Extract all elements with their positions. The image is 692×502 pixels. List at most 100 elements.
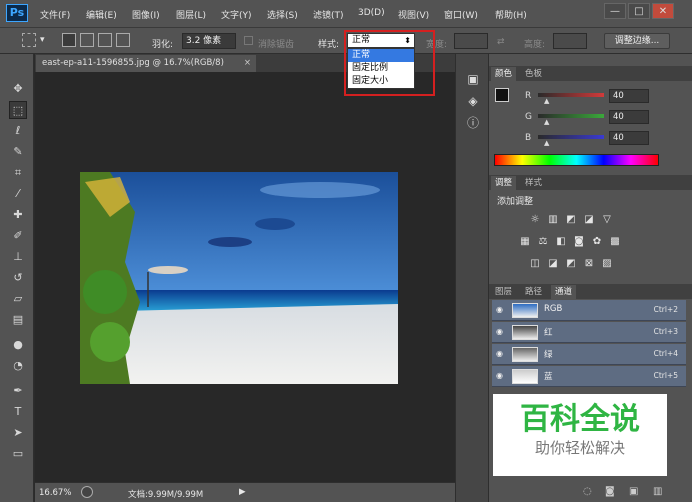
collapsed-panel-strip: ▣ ◈ ⓘ (455, 54, 489, 502)
g-slider-handle-icon[interactable]: ▲ (544, 118, 549, 126)
tab-channels[interactable]: 通道 (551, 285, 577, 299)
menu-window[interactable]: 窗口(W) (444, 8, 478, 21)
height-input[interactable] (553, 33, 587, 49)
new-selection-icon[interactable] (62, 33, 76, 47)
tab-styles[interactable]: 样式 (521, 176, 546, 190)
tab-paths[interactable]: 路径 (521, 285, 546, 299)
eye-icon[interactable]: ◉ (496, 371, 506, 381)
menu-image[interactable]: 图像(I) (132, 8, 160, 21)
maximize-button[interactable]: □ (628, 3, 650, 19)
quick-select-tool-icon[interactable]: ✎ (9, 143, 27, 161)
pen-tool-icon[interactable]: ✒ (9, 382, 27, 400)
eraser-tool-icon[interactable]: ▱ (9, 290, 27, 308)
b-value[interactable]: 40 (609, 131, 649, 145)
channel-row-green[interactable]: ◉ 绿 Ctrl+4 (492, 344, 686, 365)
menu-select[interactable]: 选择(S) (267, 8, 298, 21)
eye-icon[interactable]: ◉ (496, 305, 506, 315)
balance-icon[interactable]: ⚖ (537, 236, 549, 248)
document-tab[interactable]: east-ep-a11-1596855.jpg @ 16.7%(RGB/8) × (36, 55, 256, 72)
color-spectrum-bar[interactable] (494, 154, 659, 166)
zoom-level[interactable]: 16.67% (39, 488, 71, 498)
crop-tool-icon[interactable]: ⌗ (9, 164, 27, 182)
antialias-label: 消除锯齿 (258, 40, 295, 50)
width-input[interactable] (454, 33, 488, 49)
levels-icon[interactable]: ▥ (547, 214, 559, 226)
tab-adjustments[interactable]: 调整 (491, 176, 517, 190)
curves-icon[interactable]: ◩ (565, 214, 577, 226)
brush-tool-icon[interactable]: ✐ (9, 227, 27, 245)
brightness-icon[interactable]: ☼ (529, 214, 541, 226)
history-icon[interactable]: ▣ (466, 72, 480, 86)
trash-icon[interactable]: ▥ (653, 486, 662, 497)
tab-layers[interactable]: 图层 (491, 285, 516, 299)
info-icon[interactable]: ⓘ (466, 116, 480, 130)
marquee-tool-icon[interactable]: ⬚ (9, 101, 27, 119)
gradient-map-icon[interactable]: ▽ (601, 214, 613, 226)
channel-row-rgb[interactable]: ◉ RGB Ctrl+2 (492, 300, 686, 321)
b-slider-handle-icon[interactable]: ▲ (544, 139, 549, 147)
selective-color-icon[interactable]: ⊠ (583, 258, 595, 270)
invert-icon[interactable]: ◫ (529, 258, 541, 270)
feather-input[interactable]: 3.2 像素 (182, 33, 236, 49)
status-arrow-icon[interactable]: ▶ (239, 487, 246, 497)
rectangle-tool-icon[interactable]: ▭ (9, 445, 27, 463)
channel-mixer-icon[interactable]: ✿ (591, 236, 603, 248)
menu-layer[interactable]: 图层(L) (176, 8, 206, 21)
swap-icon[interactable]: ⇄ (497, 37, 505, 47)
menu-help[interactable]: 帮助(H) (495, 8, 527, 21)
gradient-fill-icon[interactable]: ▨ (601, 258, 613, 270)
channel-thumbnail (512, 347, 538, 362)
path-select-tool-icon[interactable]: ➤ (9, 424, 27, 442)
threshold-icon[interactable]: ◩ (565, 258, 577, 270)
posterize-icon[interactable]: ◪ (547, 258, 559, 270)
close-tab-icon[interactable]: × (244, 55, 251, 72)
new-channel-icon[interactable]: ▣ (629, 486, 638, 497)
menu-type[interactable]: 文字(Y) (221, 8, 252, 21)
photo-filter-icon[interactable]: ◙ (573, 236, 585, 248)
type-tool-icon[interactable]: T (9, 403, 27, 421)
menu-edit[interactable]: 编辑(E) (86, 8, 117, 21)
menu-filter[interactable]: 滤镜(T) (313, 8, 344, 21)
close-button[interactable]: ✕ (652, 3, 674, 19)
g-value[interactable]: 40 (609, 110, 649, 124)
load-selection-icon[interactable]: ◌ (583, 486, 592, 497)
antialias-checkbox[interactable] (244, 36, 253, 45)
canvas-area[interactable] (35, 72, 455, 482)
foreground-color-swatch[interactable] (495, 88, 509, 102)
eyedropper-tool-icon[interactable]: ⁄ (9, 185, 27, 203)
refine-edge-button[interactable]: 调整边缘... (604, 33, 670, 49)
tab-swatches[interactable]: 色板 (521, 67, 546, 81)
gradient-tool-icon[interactable]: ▤ (9, 311, 27, 329)
eye-icon[interactable]: ◉ (496, 349, 506, 359)
subtract-selection-icon[interactable] (98, 33, 112, 47)
menu-file[interactable]: 文件(F) (40, 8, 70, 21)
healing-brush-tool-icon[interactable]: ✚ (9, 206, 27, 224)
black-white-icon[interactable]: ◧ (555, 236, 567, 248)
tab-color[interactable]: 颜色 (491, 67, 517, 81)
exposure-icon[interactable]: ◪ (583, 214, 595, 226)
chevron-down-icon[interactable]: ▾ (40, 35, 45, 45)
blur-tool-icon[interactable]: ● (9, 336, 27, 354)
watermark-logo: 百科全说 助你轻松解决 (493, 394, 667, 476)
move-tool-icon[interactable]: ✥ (9, 80, 27, 98)
menu-view[interactable]: 视图(V) (398, 8, 429, 21)
color-lookup-icon[interactable]: ▩ (609, 236, 621, 248)
lasso-tool-icon[interactable]: ℓ (9, 122, 27, 140)
properties-icon[interactable]: ◈ (466, 94, 480, 108)
save-selection-icon[interactable]: ◙ (605, 486, 615, 497)
channel-row-red[interactable]: ◉ 红 Ctrl+3 (492, 322, 686, 343)
clone-stamp-tool-icon[interactable]: ⊥ (9, 248, 27, 266)
status-options-icon[interactable] (81, 486, 93, 498)
dodge-tool-icon[interactable]: ◔ (9, 357, 27, 375)
r-slider-handle-icon[interactable]: ▲ (544, 97, 549, 105)
add-selection-icon[interactable] (80, 33, 94, 47)
marquee-tool-preset-icon[interactable] (22, 33, 36, 47)
intersect-selection-icon[interactable] (116, 33, 130, 47)
r-value[interactable]: 40 (609, 89, 649, 103)
menu-3d[interactable]: 3D(D) (358, 8, 385, 18)
channel-row-blue[interactable]: ◉ 蓝 Ctrl+5 (492, 366, 686, 387)
history-brush-tool-icon[interactable]: ↺ (9, 269, 27, 287)
vibrance-icon[interactable]: ▦ (519, 236, 531, 248)
minimize-button[interactable]: — (604, 3, 626, 19)
eye-icon[interactable]: ◉ (496, 327, 506, 337)
